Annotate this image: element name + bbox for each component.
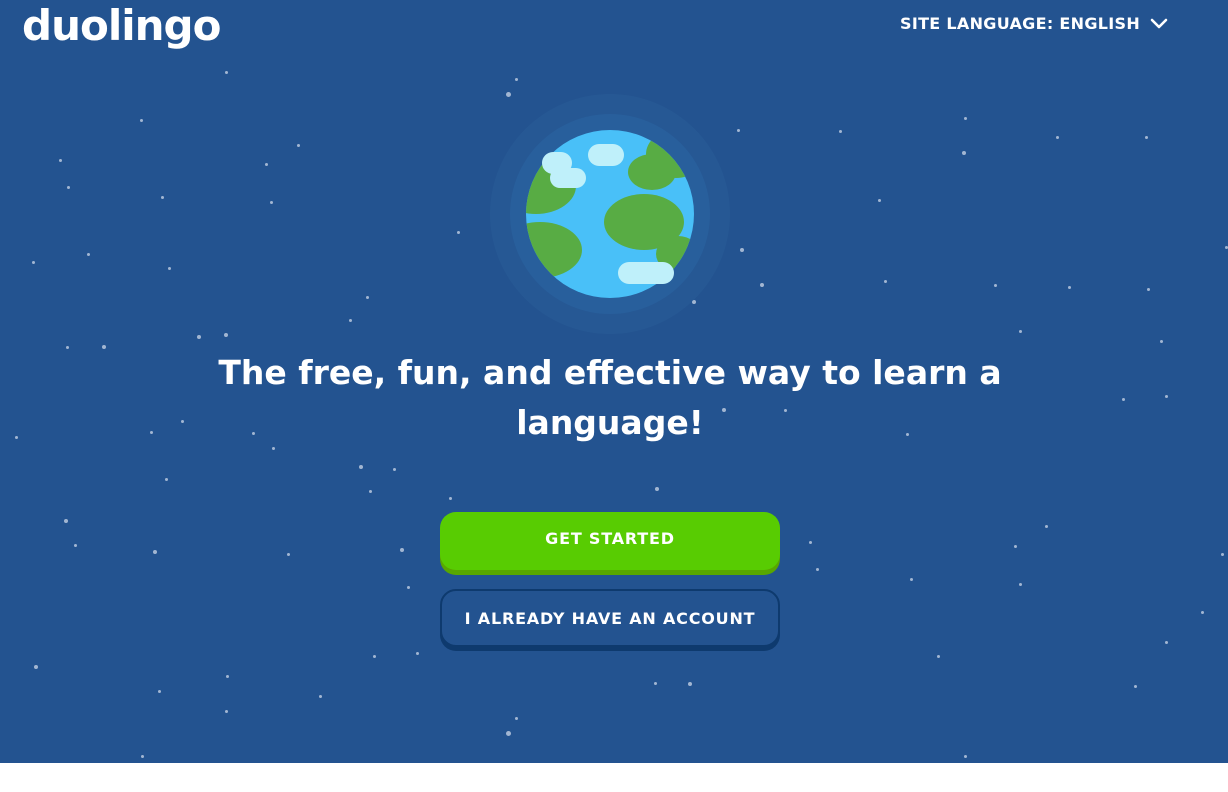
duolingo-logo[interactable]: duolingo [22,0,221,52]
star-dot [963,116,967,120]
star-dot [102,345,106,349]
star-dot [264,162,268,166]
star-dot [160,195,164,199]
star-dot [1121,397,1125,401]
star-dot [368,489,372,493]
star-dot [224,709,228,713]
hero-headline: The free, fun, and effective way to lear… [218,353,1002,442]
star-dot [225,674,229,678]
star-dot [1159,339,1163,343]
star-dot [1164,394,1168,398]
footer-strip [0,763,1228,792]
star-dot [1067,285,1071,289]
star-dot [1018,329,1022,333]
star-dot [1144,135,1148,139]
star-dot [655,487,659,491]
star-dot [140,754,144,758]
star-dot [180,419,184,423]
star-dot [514,77,518,81]
star-dot [149,430,153,434]
star-dot [993,283,997,287]
star-dot [224,333,228,337]
star-dot [505,730,511,736]
already-have-account-button[interactable]: I ALREADY HAVE AN ACCOUNT [440,589,780,647]
star-dot [1044,524,1048,528]
star-dot [415,651,419,655]
star-dot [58,158,62,162]
star-dot [406,585,410,589]
star-dot [34,665,38,669]
star-dot [653,681,657,685]
star-dot [269,200,273,204]
star-dot [1224,245,1228,249]
star-dot [736,128,740,132]
star-dot [86,252,90,256]
star-dot [197,335,201,339]
star-dot [1146,287,1150,291]
star-dot [286,552,290,556]
star-dot [392,467,396,471]
star-dot [963,754,967,758]
star-dot [65,345,69,349]
star-dot [760,283,764,287]
star-dot [514,716,518,720]
star-dot [808,540,812,544]
site-language-selector[interactable]: SITE LANGUAGE: ENGLISH [900,14,1168,33]
star-dot [448,496,452,500]
star-dot [139,118,143,122]
star-dot [1055,135,1059,139]
star-dot [157,689,161,693]
star-dot [883,279,887,283]
star-dot [962,151,966,155]
star-dot [359,465,363,469]
star-dot [14,435,18,439]
star-dot [31,260,35,264]
star-dot [73,543,77,547]
star-dot [456,230,460,234]
star-dot [740,248,744,252]
chevron-down-icon [1150,18,1168,30]
star-dot [153,550,157,554]
star-dot [909,577,913,581]
star-dot [1018,582,1022,586]
globe-icon [490,94,730,334]
star-dot [372,654,376,658]
star-dot [1200,610,1204,614]
star-dot [815,567,819,571]
star-dot [1133,684,1137,688]
star-dot [1164,640,1168,644]
star-dot [400,548,404,552]
star-dot [877,198,881,202]
hero-section: duolingo SITE LANGUAGE: ENGLISH The free… [0,0,1228,763]
star-dot [167,266,171,270]
star-dot [296,143,300,147]
star-dot [1013,544,1017,548]
star-dot [936,654,940,658]
site-language-label: SITE LANGUAGE: ENGLISH [900,14,1141,33]
star-dot [224,70,228,74]
star-dot [688,682,692,686]
star-dot [64,519,68,523]
star-dot [164,477,168,481]
star-dot [838,129,842,133]
get-started-button[interactable]: GET STARTED [440,512,780,570]
star-dot [66,185,70,189]
star-dot [318,694,322,698]
star-dot [365,295,369,299]
star-dot [1220,552,1224,556]
star-dot [348,318,352,322]
